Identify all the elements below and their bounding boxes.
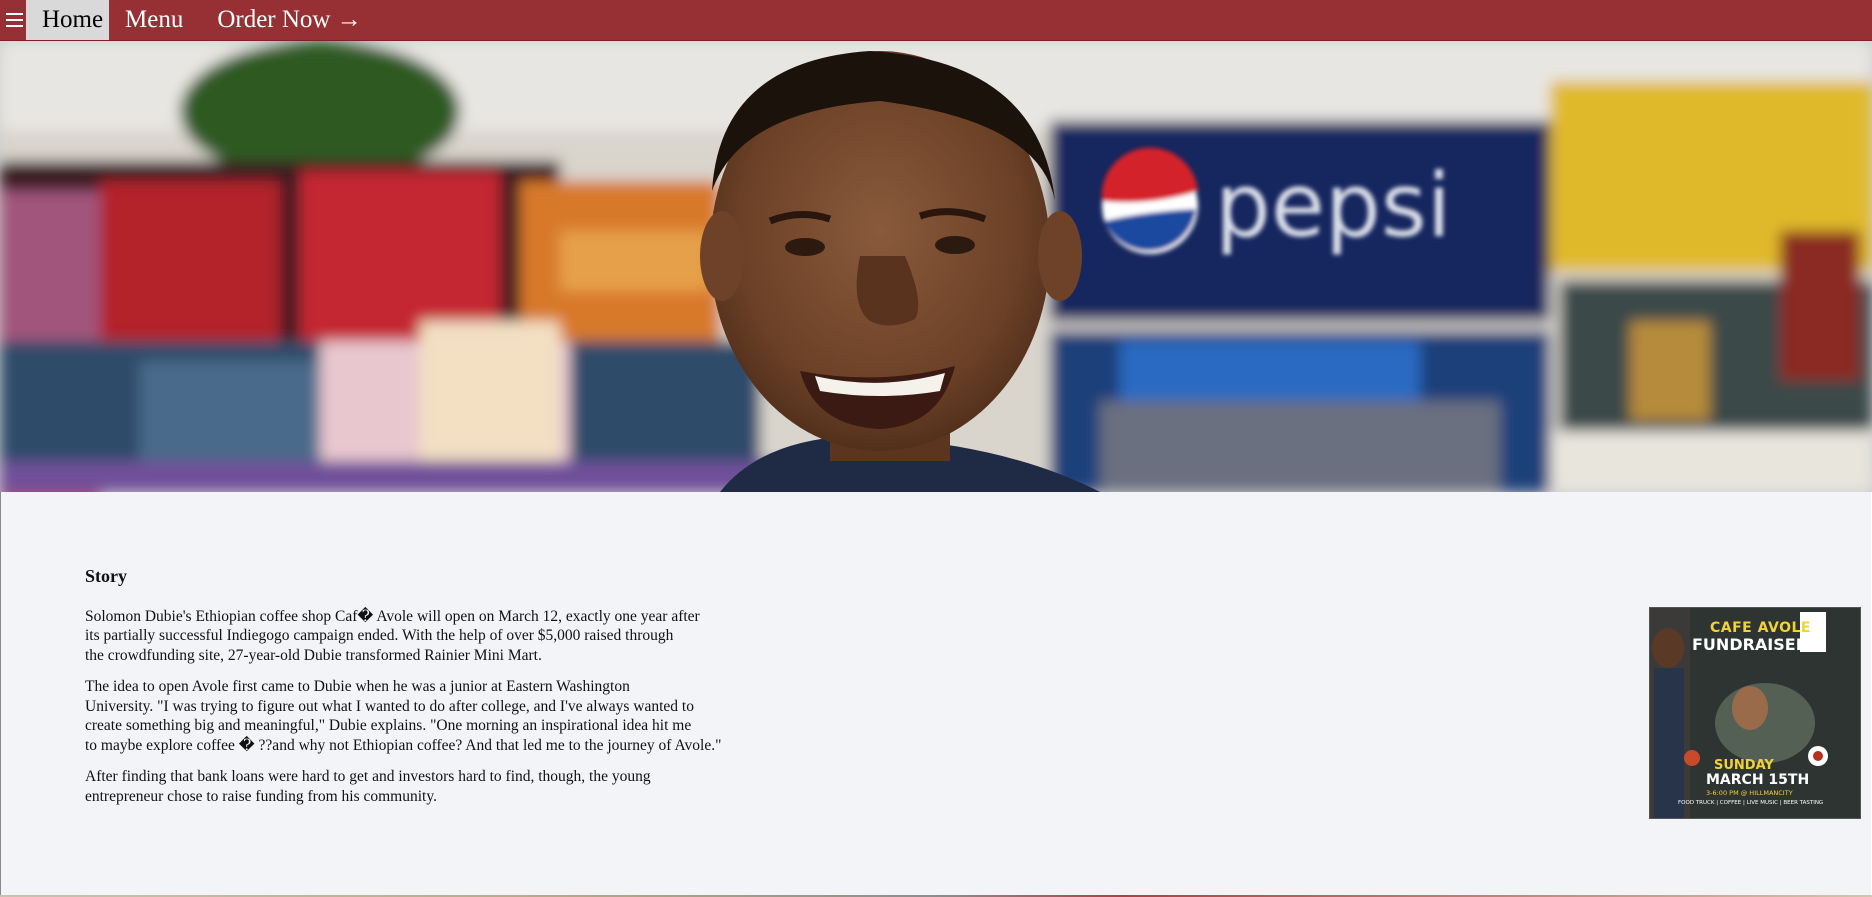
poster-activities: FOOD TRUCK | COFFEE | LIVE MUSIC | BEER … bbox=[1678, 800, 1824, 806]
nav-menu[interactable]: Menu bbox=[109, 0, 203, 40]
story-paragraph-1: Solomon Dubie's Ethiopian coffee shop Ca… bbox=[85, 607, 700, 664]
poster-title-line1: CAFE AVOLE bbox=[1710, 620, 1811, 636]
story-paragraph-2: The idea to open Avole first came to Dub… bbox=[85, 678, 722, 754]
top-nav-bar: Home Menu Order Now → bbox=[0, 0, 1872, 41]
poster-date: MARCH 15TH bbox=[1706, 772, 1810, 788]
hamburger-menu-icon[interactable] bbox=[0, 0, 26, 40]
nav-order-now[interactable]: Order Now → bbox=[203, 0, 379, 40]
poster-title-line2: FUNDRAISER bbox=[1692, 635, 1809, 654]
poster-day: SUNDAY bbox=[1714, 758, 1774, 773]
poster-time: 3-6:00 PM @ HILLMANCITY bbox=[1706, 789, 1793, 797]
page: Home Menu Order Now → pepsi Story Solomo… bbox=[0, 0, 1872, 897]
hero-pepsi-text: pepsi bbox=[1215, 154, 1451, 257]
story-section: Story Solomon Dubie's Ethiopian coffee s… bbox=[85, 566, 805, 818]
story-paragraph-3: After finding that bank loans were hard … bbox=[85, 768, 651, 805]
fundraiser-poster-image: CAFE AVOLE FUNDRAISER SUNDAY MARCH 15TH … bbox=[1649, 607, 1861, 819]
hero-image: pepsi bbox=[0, 41, 1872, 492]
story-heading: Story bbox=[85, 566, 127, 586]
content-section: Story Solomon Dubie's Ethiopian coffee s… bbox=[0, 492, 1871, 895]
nav-home[interactable]: Home bbox=[26, 0, 109, 40]
